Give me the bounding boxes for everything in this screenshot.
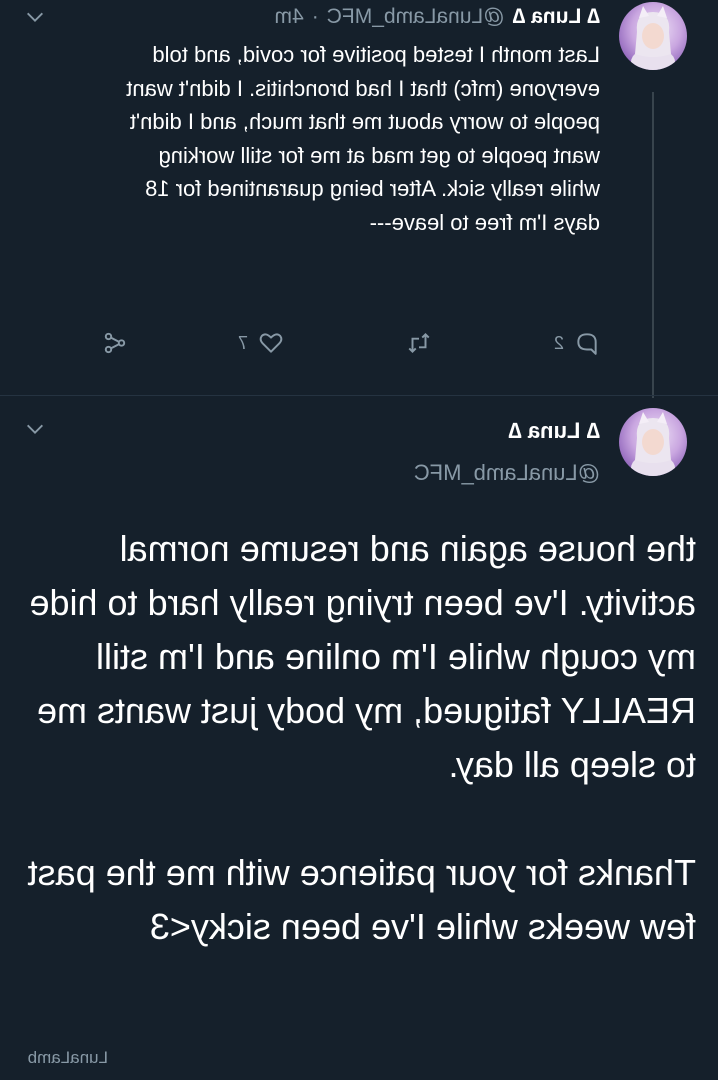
reply-icon: [577, 333, 597, 355]
avatar[interactable]: [619, 2, 687, 70]
tweet-timestamp[interactable]: 4m: [275, 5, 304, 29]
like-button[interactable]: 7: [238, 330, 284, 356]
tweet-text: Last month I tested positive for covid, …: [120, 38, 600, 239]
display-name[interactable]: ∆ Luna ∆: [508, 418, 600, 444]
share-icon: [104, 332, 126, 354]
tweet-text-paragraph: the house again and resume normal activi…: [29, 528, 696, 785]
user-handle[interactable]: @LunaLamb_MFC: [327, 5, 505, 29]
tweet-text-paragraph: Thanks for your patience with me the pas…: [27, 852, 696, 947]
avatar[interactable]: [619, 408, 687, 476]
tweet-text-paragraph: Last month I tested positive for covid, …: [126, 42, 600, 235]
tweet-text: the house again and resume normal activi…: [6, 522, 696, 954]
watermark: LunaLamb: [27, 1048, 108, 1067]
retweet-button[interactable]: [406, 330, 432, 356]
reply-button[interactable]: 2: [554, 330, 600, 356]
tweet-actions: 2 7: [104, 330, 600, 364]
chevron-down-icon[interactable]: [24, 418, 46, 440]
chevron-down-icon[interactable]: [24, 6, 46, 28]
mirrored-screenshot: ∆ Luna ∆ @LunaLamb_MFC · 4m Last month I…: [0, 0, 718, 1080]
heart-icon: [259, 333, 283, 353]
tweet-divider: [0, 395, 718, 396]
reply-count: 2: [553, 332, 564, 353]
retweet-icon: [408, 332, 430, 354]
tweet-header: ∆ Luna ∆ @LunaLamb_MFC · 4m: [275, 2, 600, 32]
avatar-photo-icon: [631, 412, 675, 476]
share-button[interactable]: [102, 330, 128, 356]
user-handle[interactable]: @LunaLamb_MFC: [414, 460, 600, 486]
display-name[interactable]: ∆ Luna ∆: [512, 5, 600, 29]
thread-connector-line: [652, 92, 654, 398]
avatar-photo-icon: [631, 6, 675, 70]
like-count: 7: [237, 332, 248, 353]
separator-dot: ·: [311, 5, 319, 28]
